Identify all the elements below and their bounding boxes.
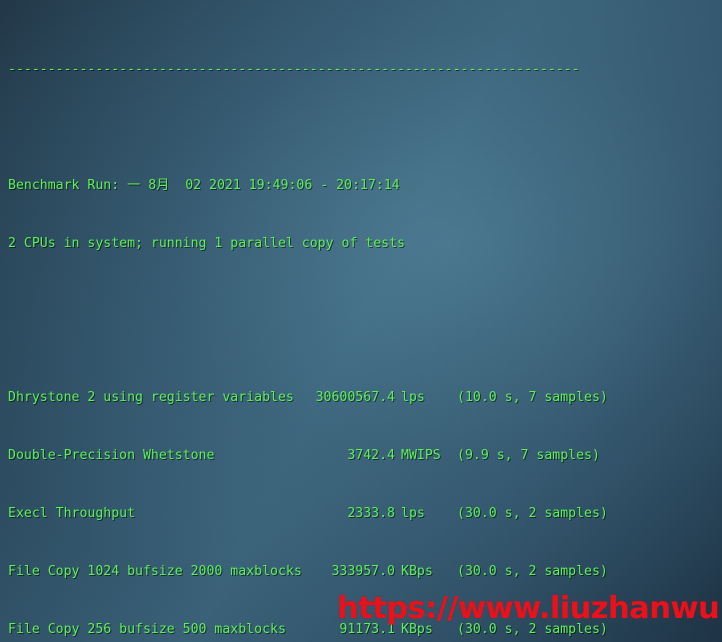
result-label: File Copy 256 bufsize 500 maxblocks: [8, 622, 286, 637]
cpu-info-line: 2 CPUs in system; running 1 parallel cop…: [8, 235, 405, 251]
result-unit: lps: [401, 506, 425, 522]
result-value: 333957.0: [331, 564, 395, 580]
divider-line-top: ----------------------------------------…: [8, 61, 580, 77]
result-samples: (10.0 s, 7 samples): [457, 390, 608, 406]
result-samples: (30.0 s, 2 samples): [457, 506, 608, 522]
result-samples: (9.9 s, 7 samples): [457, 448, 600, 464]
result-label: Double-Precision Whetstone: [8, 448, 215, 464]
result-row: Dhrystone 2 using register variables 3060…: [8, 388, 714, 407]
result-samples: (30.0 s, 2 samples): [457, 564, 608, 580]
result-value: 30600567.4: [315, 390, 395, 406]
terminal-screenshot: ----------------------------------------…: [0, 0, 722, 642]
result-row: Execl Throughput 2333.8 lps (30.0 s, 2 samp…: [8, 504, 714, 523]
site-watermark: https://www.liuzhanwu.cn: [337, 591, 722, 626]
result-row: Double-Precision Whetstone 3742.4 MWIPS (9.…: [8, 446, 714, 465]
benchmark-run-header: Benchmark Run: 一 8月 02 2021 19:49:06 - 2…: [8, 177, 400, 193]
result-value: 3742.4: [347, 448, 395, 464]
result-label: Execl Throughput: [8, 506, 136, 522]
terminal-output: ----------------------------------------…: [8, 2, 714, 642]
result-label: File Copy 1024 bufsize 2000 maxblocks: [8, 564, 302, 580]
result-unit: MWIPS: [401, 448, 441, 464]
result-label: Dhrystone 2 using register variables: [8, 390, 294, 406]
result-unit: lps: [401, 390, 425, 406]
result-row: File Copy 1024 bufsize 2000 maxblocks 333…: [8, 562, 714, 581]
result-unit: KBps: [401, 564, 433, 580]
result-value: 2333.8: [347, 506, 395, 522]
